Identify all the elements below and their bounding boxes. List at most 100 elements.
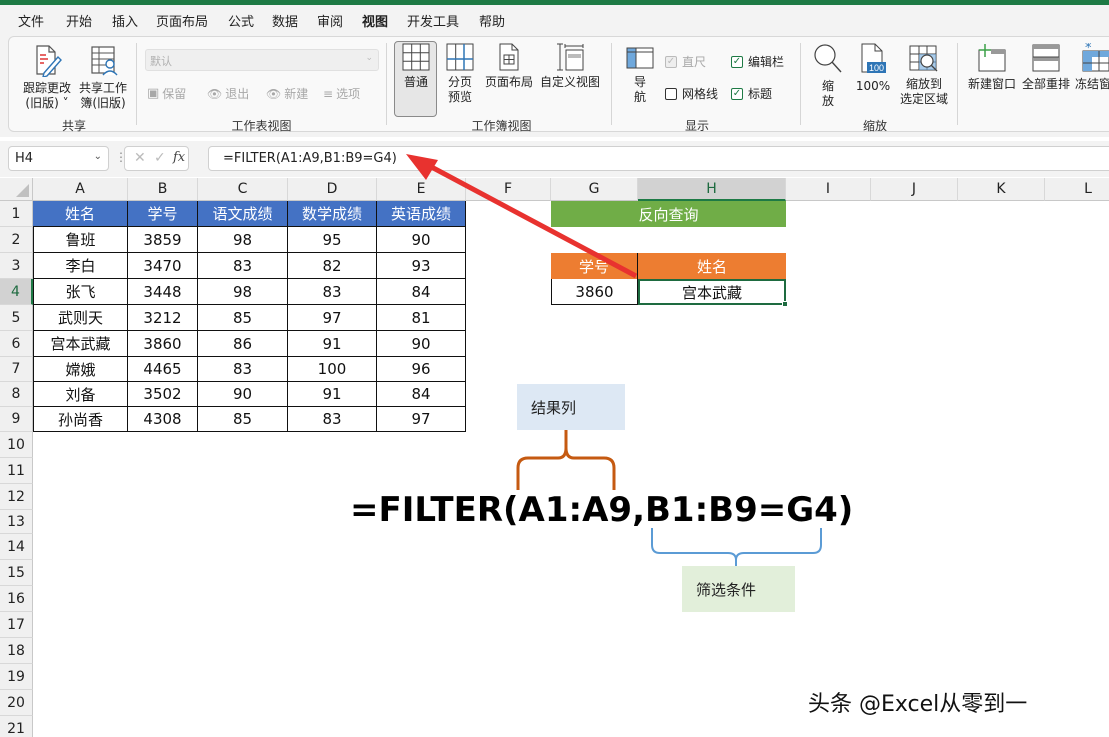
table-cell[interactable]: 90 bbox=[198, 382, 288, 407]
row-header-2[interactable]: 2 bbox=[0, 227, 33, 253]
table-cell[interactable]: 4465 bbox=[128, 357, 198, 382]
headings-checkbox[interactable]: ✓ 标题 bbox=[731, 85, 772, 102]
zoom-to-selection-button[interactable]: 缩放到 选定区域 bbox=[897, 43, 951, 107]
column-header-g[interactable]: G bbox=[551, 178, 638, 201]
table-cell[interactable]: 91 bbox=[288, 382, 377, 407]
row-header-7[interactable]: 7 bbox=[0, 357, 33, 382]
column-header-k[interactable]: K bbox=[958, 178, 1045, 201]
row-header-5[interactable]: 5 bbox=[0, 305, 33, 331]
table-cell[interactable]: 96 bbox=[377, 357, 466, 382]
table-cell[interactable]: 85 bbox=[198, 305, 288, 331]
table-cell[interactable]: 93 bbox=[377, 253, 466, 279]
column-header-c[interactable]: C bbox=[198, 178, 288, 201]
table-cell[interactable]: 90 bbox=[377, 331, 466, 357]
table-cell[interactable]: 3470 bbox=[128, 253, 198, 279]
lookup-result-cell[interactable]: 宫本武藏 bbox=[638, 279, 786, 305]
table-cell[interactable]: 3212 bbox=[128, 305, 198, 331]
select-all-button[interactable] bbox=[0, 178, 33, 201]
table-header-cell[interactable]: 数学成绩 bbox=[288, 201, 377, 227]
column-header-j[interactable]: J bbox=[871, 178, 958, 201]
column-header-h[interactable]: H bbox=[638, 178, 786, 201]
table-cell[interactable]: 95 bbox=[288, 227, 377, 253]
table-header-cell[interactable]: 姓名 bbox=[33, 201, 128, 227]
tab-data[interactable]: 数据 bbox=[272, 11, 298, 30]
row-header-18[interactable]: 18 bbox=[0, 638, 33, 664]
row-header-8[interactable]: 8 bbox=[0, 382, 33, 407]
lookup-id-header-cell[interactable]: 学号 bbox=[551, 253, 638, 279]
table-cell[interactable]: 83 bbox=[288, 407, 377, 432]
table-cell[interactable]: 98 bbox=[198, 279, 288, 305]
table-cell[interactable]: 84 bbox=[377, 382, 466, 407]
table-cell[interactable]: 98 bbox=[198, 227, 288, 253]
column-header-a[interactable]: A bbox=[33, 178, 128, 201]
table-cell[interactable]: 97 bbox=[377, 407, 466, 432]
navigation-button[interactable]: 导 航 bbox=[621, 43, 659, 105]
arrange-all-button[interactable]: 全部重排 bbox=[1019, 43, 1073, 92]
cancel-icon[interactable]: ✕ bbox=[134, 150, 146, 166]
enter-check-icon[interactable]: ✓ bbox=[154, 150, 166, 166]
table-cell[interactable]: 李白 bbox=[33, 253, 128, 279]
table-cell[interactable]: 3502 bbox=[128, 382, 198, 407]
table-cell[interactable]: 97 bbox=[288, 305, 377, 331]
column-header-e[interactable]: E bbox=[377, 178, 466, 201]
tab-review[interactable]: 审阅 bbox=[317, 11, 343, 30]
table-cell[interactable]: 鲁班 bbox=[33, 227, 128, 253]
row-header-15[interactable]: 15 bbox=[0, 560, 33, 586]
row-header-20[interactable]: 20 bbox=[0, 690, 33, 716]
table-cell[interactable]: 3448 bbox=[128, 279, 198, 305]
new-view-button[interactable]: 👁 新建 bbox=[266, 85, 308, 102]
table-cell[interactable]: 83 bbox=[198, 253, 288, 279]
name-box[interactable]: H4 ⌄ bbox=[8, 146, 109, 171]
row-header-3[interactable]: 3 bbox=[0, 253, 33, 279]
track-changes-button[interactable]: 跟踪更改 (旧版) ˅ bbox=[19, 43, 75, 111]
row-header-12[interactable]: 12 bbox=[0, 484, 33, 510]
ruler-checkbox[interactable]: ✓ 直尺 bbox=[665, 53, 706, 70]
sheet-view-select[interactable]: 默认 ⌄ bbox=[145, 49, 379, 71]
table-cell[interactable]: 90 bbox=[377, 227, 466, 253]
table-cell[interactable]: 张飞 bbox=[33, 279, 128, 305]
tab-help[interactable]: 帮助 bbox=[479, 11, 505, 30]
table-cell[interactable]: 宫本武藏 bbox=[33, 331, 128, 357]
row-header-11[interactable]: 11 bbox=[0, 458, 33, 484]
freeze-panes-button[interactable]: * 冻结窗 bbox=[1075, 43, 1109, 92]
normal-view-button[interactable]: 普通 bbox=[395, 43, 437, 90]
row-header-4[interactable]: 4 bbox=[0, 279, 33, 305]
formula-bar-checkbox[interactable]: ✓ 编辑栏 bbox=[731, 53, 784, 70]
zoom-100-button[interactable]: 100 100% bbox=[851, 43, 895, 94]
tab-home[interactable]: 开始 bbox=[66, 11, 92, 30]
table-cell[interactable]: 85 bbox=[198, 407, 288, 432]
table-cell[interactable]: 82 bbox=[288, 253, 377, 279]
table-header-cell[interactable]: 语文成绩 bbox=[198, 201, 288, 227]
table-cell[interactable]: 3859 bbox=[128, 227, 198, 253]
row-header-14[interactable]: 14 bbox=[0, 534, 33, 560]
lookup-title-cell[interactable]: 反向查询 bbox=[551, 201, 786, 227]
row-header-6[interactable]: 6 bbox=[0, 331, 33, 357]
table-header-cell[interactable]: 英语成绩 bbox=[377, 201, 466, 227]
table-cell[interactable]: 3860 bbox=[128, 331, 198, 357]
tab-insert[interactable]: 插入 bbox=[112, 11, 138, 30]
gridlines-checkbox[interactable]: 网格线 bbox=[665, 85, 718, 102]
tab-file[interactable]: 文件 bbox=[18, 11, 44, 30]
column-header-i[interactable]: I bbox=[786, 178, 871, 201]
view-options-button[interactable]: ≡ 选项 bbox=[323, 85, 360, 102]
table-cell[interactable]: 武则天 bbox=[33, 305, 128, 331]
table-cell[interactable]: 83 bbox=[198, 357, 288, 382]
keep-view-button[interactable]: ▣ 保留 bbox=[147, 85, 186, 102]
new-window-button[interactable]: 新建窗口 bbox=[965, 43, 1019, 92]
table-cell[interactable]: 84 bbox=[377, 279, 466, 305]
row-header-21[interactable]: 21 bbox=[0, 716, 33, 737]
tab-developer[interactable]: 开发工具 bbox=[407, 11, 459, 30]
table-cell[interactable]: 100 bbox=[288, 357, 377, 382]
row-header-10[interactable]: 10 bbox=[0, 432, 33, 458]
page-layout-view-button[interactable]: 页面布局 bbox=[483, 43, 535, 90]
table-cell[interactable]: 86 bbox=[198, 331, 288, 357]
table-cell[interactable]: 嫦娥 bbox=[33, 357, 128, 382]
share-workbook-button[interactable]: 共享工作 簿(旧版) bbox=[75, 43, 131, 111]
row-header-13[interactable]: 13 bbox=[0, 510, 33, 534]
exit-view-button[interactable]: 👁 退出 bbox=[207, 85, 249, 102]
table-cell[interactable]: 4308 bbox=[128, 407, 198, 432]
lookup-name-header-cell[interactable]: 姓名 bbox=[638, 253, 786, 279]
chevron-down-icon[interactable]: ⌄ bbox=[94, 151, 102, 162]
zoom-button[interactable]: 缩 放 bbox=[811, 43, 845, 109]
table-cell[interactable]: 刘备 bbox=[33, 382, 128, 407]
